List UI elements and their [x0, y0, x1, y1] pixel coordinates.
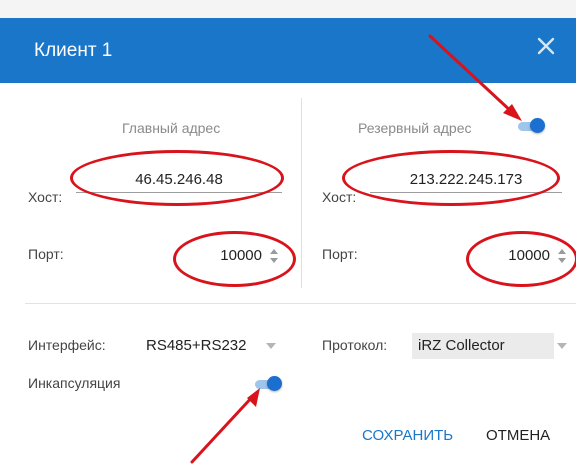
backup-port-label: Порт: [322, 246, 358, 262]
backup-host-input[interactable] [370, 166, 562, 193]
primary-address-title: Главный адрес [122, 120, 221, 136]
cancel-button[interactable]: ОТМЕНА [486, 427, 550, 444]
spinner-arrows-icon[interactable] [268, 246, 280, 266]
dialog-title: Клиент 1 [34, 40, 113, 61]
backup-port-stepper[interactable]: 10000 [478, 244, 572, 268]
save-button[interactable]: СОХРАНИТЬ [362, 427, 453, 444]
encapsulation-label: Инкапсуляция [28, 375, 121, 391]
backup-address-title: Резервный адрес [358, 120, 472, 136]
protocol-select[interactable]: iRZ Collector [412, 333, 554, 359]
primary-host-label: Хост: [28, 189, 63, 205]
toggle-knob [267, 376, 282, 391]
protocol-select-value: iRZ Collector [418, 337, 505, 354]
backup-host-label: Хост: [322, 189, 357, 205]
primary-port-label: Порт: [28, 246, 64, 262]
encapsulation-toggle[interactable] [255, 376, 282, 391]
backup-port-value: 10000 [508, 247, 550, 264]
spinner-arrows-icon[interactable] [556, 246, 568, 266]
column-divider [301, 98, 302, 288]
close-icon[interactable] [534, 34, 558, 58]
protocol-label: Протокол: [322, 337, 388, 353]
chevron-down-icon [266, 343, 276, 349]
interface-select[interactable]: RS485+RS232 [140, 333, 276, 359]
dialog-header: Клиент 1 [0, 18, 576, 83]
primary-port-stepper[interactable]: 10000 [190, 244, 284, 268]
section-divider [25, 303, 576, 304]
window-top-strip [0, 0, 576, 18]
primary-host-input[interactable] [76, 166, 282, 193]
annotation-arrow-encapsulation [190, 393, 256, 464]
backup-address-toggle[interactable] [518, 118, 545, 133]
interface-label: Интерфейс: [28, 337, 106, 353]
interface-select-value: RS485+RS232 [146, 337, 247, 354]
primary-port-value: 10000 [220, 247, 262, 264]
toggle-knob [530, 118, 545, 133]
chevron-down-icon[interactable] [557, 343, 567, 349]
